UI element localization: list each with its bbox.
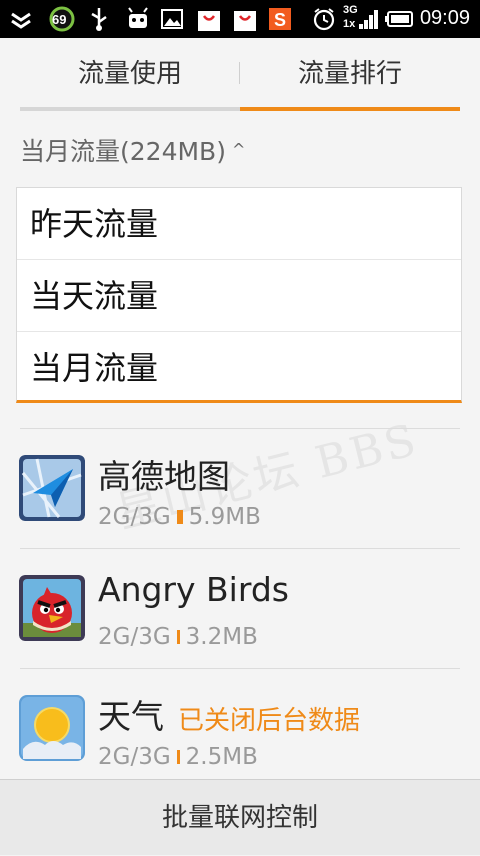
period-dropdown: 昨天流量 当天流量 当月流量 <box>16 187 462 403</box>
angry-birds-icon <box>19 575 85 641</box>
divider <box>20 428 460 429</box>
shopping-bag-icon <box>234 11 256 31</box>
tab-traffic-ranking[interactable]: 流量排行 <box>240 38 460 108</box>
list-item[interactable]: Angry Birds 2G/3G 3.2MB <box>0 550 480 668</box>
shopping-bag-icon <box>198 11 220 31</box>
period-selector[interactable]: 当月流量(224MB) ^ <box>20 132 245 172</box>
android-debug-icon <box>128 7 148 28</box>
tab-bar: 流量使用 流量排行 <box>0 38 480 112</box>
image-icon <box>161 9 183 29</box>
app-name: 高德地图 <box>98 457 230 496</box>
app-usage-line: 2G/3G 2.5MB <box>98 744 258 770</box>
app-name: Angry Birds <box>98 570 289 609</box>
network-type-1x: 1x <box>343 18 356 30</box>
batch-network-control-button[interactable]: 批量联网控制 <box>0 780 480 855</box>
tab-traffic-usage[interactable]: 流量使用 <box>20 38 240 108</box>
dropdown-option-yesterday[interactable]: 昨天流量 <box>17 188 461 260</box>
svg-text:S: S <box>274 10 286 30</box>
app-network: 2G/3G <box>98 504 171 530</box>
usb-icon <box>91 8 107 31</box>
network-type-3g: 3G <box>343 4 358 16</box>
sohu-app-icon: S <box>269 8 291 30</box>
dropdown-option-today[interactable]: 当天流量 <box>17 260 461 332</box>
app-usage-line: 2G/3G 3.2MB <box>98 624 258 650</box>
app-usage: 2.5MB <box>185 744 258 770</box>
usage-bar <box>176 509 183 524</box>
battery-icon <box>385 11 413 27</box>
tab-indicator-active <box>240 107 460 111</box>
app-status-badge: 已关闭后台数据 <box>178 706 361 736</box>
app-usage: 3.2MB <box>185 624 258 650</box>
alarm-icon <box>313 8 335 31</box>
signal-icon <box>359 10 378 29</box>
expand-icon <box>11 12 31 29</box>
period-selector-label: 当月流量(224MB) <box>20 137 226 166</box>
divider <box>20 548 460 549</box>
status-bar: 69 S 3G 1x 09:09 <box>0 0 480 38</box>
divider <box>20 668 460 669</box>
usage-bar <box>176 749 180 764</box>
dropdown-option-month[interactable]: 当月流量 <box>17 332 461 404</box>
app-name-text: 天气 <box>98 697 164 736</box>
app-usage: 5.9MB <box>188 504 261 530</box>
app-name: 天气 已关闭后台数据 <box>98 690 360 738</box>
chevron-up-icon: ^ <box>231 140 246 159</box>
app-network: 2G/3G <box>98 744 171 770</box>
battery-badge-text: 69 <box>52 12 67 27</box>
list-item[interactable]: 天气 已关闭后台数据 2G/3G 2.5MB <box>0 670 480 788</box>
clock: 09:09 <box>419 7 470 29</box>
app-usage-line: 2G/3G 5.9MB <box>98 504 261 530</box>
tab-indicator-inactive <box>20 107 240 111</box>
app-network: 2G/3G <box>98 624 171 650</box>
list-item[interactable]: 高德地图 2G/3G 5.9MB <box>0 430 480 548</box>
usage-bar <box>176 629 180 644</box>
bottom-action-bar: 批量联网控制 <box>0 779 480 855</box>
amap-icon <box>19 455 85 521</box>
weather-icon <box>19 695 85 761</box>
